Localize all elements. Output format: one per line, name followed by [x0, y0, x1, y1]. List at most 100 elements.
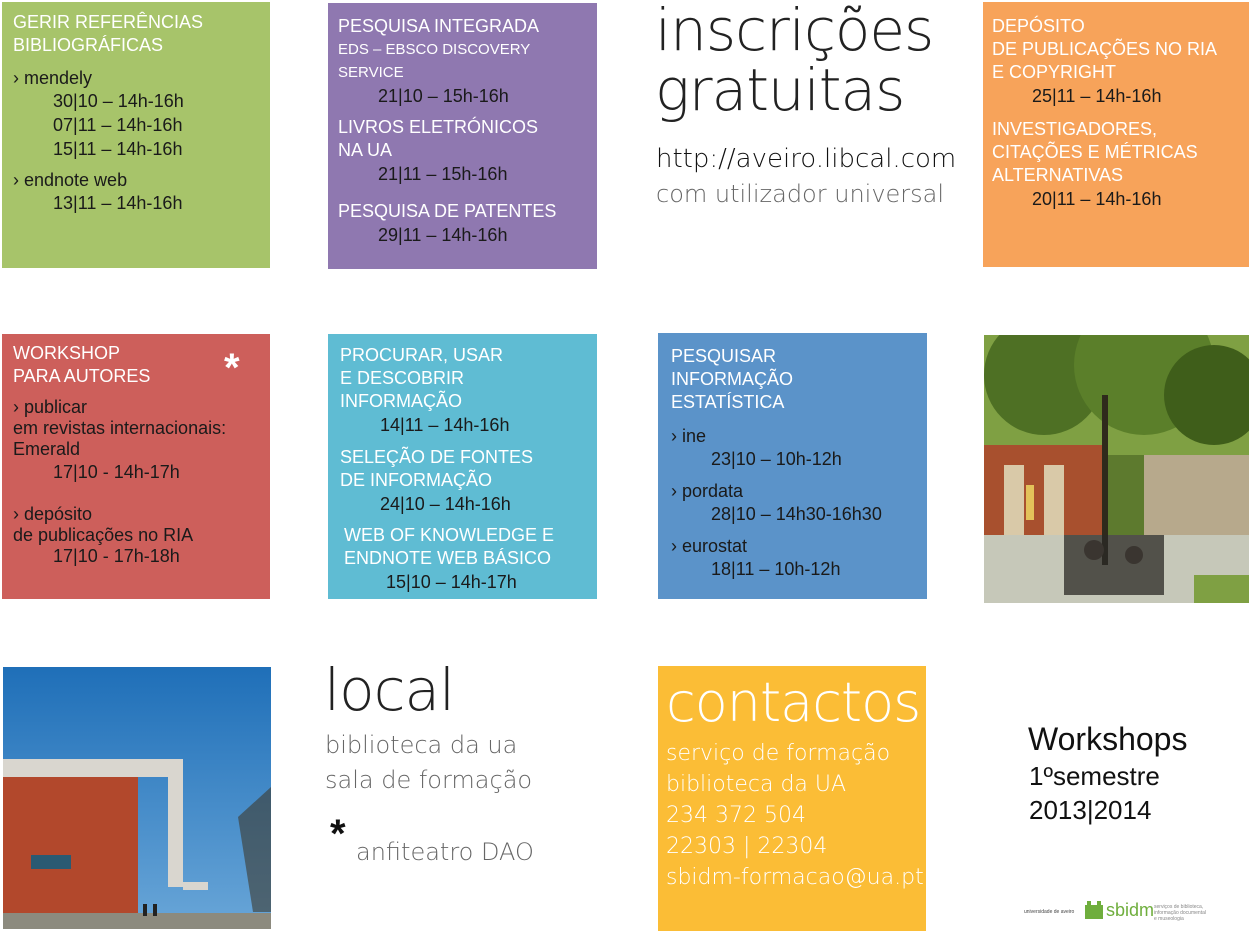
section-livros: LIVROS ELETRÓNICOS NA UA — [338, 116, 597, 162]
heading-line: gratuitas — [655, 56, 905, 124]
tile-title: PESQUISAR INFORMAÇÃO ESTATÍSTICA — [671, 345, 927, 414]
section-line: ENDNOTE WEB BÁSICO — [344, 548, 552, 568]
tile-deposito: DEPÓSITO DE PUBLICAÇÕES NO RIA E COPYRIG… — [983, 2, 1249, 267]
asterisk-icon: * — [224, 346, 240, 390]
contact-lines: serviço de formação biblioteca da UA 234… — [666, 738, 926, 893]
title-line: PESQUISAR — [671, 346, 777, 366]
title-line: ESTATÍSTICA — [671, 392, 785, 412]
tile-workshop-autores: WORKSHOP PARA AUTORES * › publicar em re… — [2, 334, 270, 599]
local-venue: biblioteca da ua sala de formação — [325, 728, 532, 798]
title-line: BIBLIOGRÁFICAS — [13, 35, 164, 55]
item-line: Emerald — [13, 439, 81, 459]
title-line: INFORMAÇÃO — [671, 369, 794, 389]
date: 18|11 – 10h-12h — [711, 559, 841, 579]
date: 21|10 – 15h-16h — [378, 86, 509, 106]
local-alt-venue: anfiteatro DAO — [356, 838, 534, 866]
brand-tagline: serviços de biblioteca, informação docum… — [1154, 904, 1206, 922]
tile-procurar-informacao: PROCURAR, USAR E DESCOBRIR INFORMAÇÃO 14… — [328, 334, 597, 599]
section-wok: WEB OF KNOWLEDGE E ENDNOTE WEB BÁSICO — [340, 524, 597, 570]
tile-informacao-estatistica: PESQUISAR INFORMAÇÃO ESTATÍSTICA › ine 2… — [658, 333, 927, 599]
date: 28|10 – 14h30-16h30 — [711, 504, 882, 524]
title-line: INFORMAÇÃO — [340, 391, 463, 411]
item-publicar: › publicar em revistas internacionais: E… — [13, 397, 270, 460]
date: 17|10 - 14h-17h — [53, 462, 180, 482]
title-line: E DESCOBRIR — [340, 368, 465, 388]
inscricoes-heading: inscrições gratuitas — [655, 0, 934, 124]
section-line: ALTERNATIVAS — [992, 165, 1124, 185]
building-photo-graphic — [3, 667, 271, 929]
registration-url[interactable]: http://aveiro.libcal.com — [656, 144, 956, 174]
section-line: SELEÇÃO DE FONTES — [340, 447, 534, 467]
item-endnote: › endnote web — [13, 170, 128, 190]
section-line: CITAÇÕES E MÉTRICAS — [992, 142, 1198, 162]
local-heading: local — [324, 656, 455, 724]
item-line: › publicar — [13, 397, 88, 417]
tile-contactos: contactos serviço de formação biblioteca… — [658, 666, 926, 931]
date: 29|11 – 14h-16h — [378, 225, 508, 245]
item-deposito: › depósito de publicações no RIA — [13, 504, 270, 546]
section-investigadores: INVESTIGADORES, CITAÇÕES E MÉTRICAS ALTE… — [992, 118, 1249, 187]
item-eurostat: › eurostat — [671, 536, 748, 556]
section-selecao: SELEÇÃO DE FONTES DE INFORMAÇÃO — [340, 446, 597, 492]
tile-title: PROCURAR, USAR E DESCOBRIR INFORMAÇÃO — [340, 344, 597, 413]
date: 23|10 – 10h-12h — [711, 449, 842, 469]
section-line: LIVROS ELETRÓNICOS — [338, 117, 539, 137]
library-building-photo — [3, 667, 271, 929]
workshops-semester: 1ºsemestre — [1029, 761, 1160, 791]
asterisk-icon: * — [330, 812, 346, 856]
date: 15|10 – 14h-17h — [386, 572, 517, 592]
date: 30|10 – 14h-16h — [53, 91, 184, 111]
item-ine: › ine — [671, 426, 707, 446]
title-line: E COPYRIGHT — [992, 62, 1117, 82]
section-patentes: PESQUISA DE PATENTES — [338, 201, 557, 221]
date: 17|10 - 17h-18h — [53, 546, 180, 566]
logo-mark — [1085, 901, 1103, 919]
campus-photo — [984, 335, 1249, 603]
item-line: de publicações no RIA — [13, 525, 194, 545]
tile-title: DEPÓSITO DE PUBLICAÇÕES NO RIA E COPYRIG… — [992, 15, 1249, 84]
contact-phone[interactable]: 234 372 504 — [666, 800, 926, 831]
brand-name: sbidm — [1106, 900, 1155, 920]
section-line: WEB OF KNOWLEDGE E — [344, 525, 555, 545]
section-line: NA UA — [338, 140, 393, 160]
workshops-title: Workshops — [1028, 721, 1188, 757]
tile-title: GERIR REFERÊNCIAS BIBLIOGRÁFICAS — [13, 11, 270, 57]
contact-extensions: 22303 | 22304 — [666, 834, 828, 859]
heading-line: inscrições — [655, 0, 934, 64]
title-line: PROCURAR, USAR — [340, 345, 504, 365]
date: 07|11 – 14h-16h — [53, 115, 183, 135]
title-line: GERIR REFERÊNCIAS — [13, 12, 204, 32]
campus-photo-graphic — [984, 335, 1249, 603]
subtitle-line: SERVICE — [338, 64, 404, 81]
contact-email[interactable]: sbidm-formacao@ua.pt — [666, 862, 926, 893]
item-line: › depósito — [13, 504, 93, 524]
date: 21|11 – 15h-16h — [378, 164, 508, 184]
university-name: universidade de aveiro — [1024, 909, 1075, 915]
tagline-line: e museologia — [1154, 916, 1184, 922]
contactos-heading: contactos — [666, 671, 921, 734]
date: 13|11 – 14h-16h — [53, 193, 183, 213]
item-mendeley: › mendely — [13, 68, 93, 88]
contact-service: serviço de formação — [666, 741, 891, 766]
date: 20|11 – 14h-16h — [1032, 189, 1162, 209]
sbidm-logo-icon — [1085, 901, 1103, 919]
tile-subtitle: EDS – EBSCO DISCOVERY SERVICE — [338, 38, 597, 84]
title-line: DE PUBLICAÇÕES NO RIA — [992, 39, 1218, 59]
date: 25|11 – 14h-16h — [1032, 86, 1162, 106]
venue-line: sala de formação — [325, 766, 533, 794]
contact-library: biblioteca da UA — [666, 772, 847, 797]
date: 14|11 – 14h-16h — [380, 415, 510, 435]
venue-line: biblioteca da ua — [325, 731, 518, 759]
date: 24|10 – 14h-16h — [380, 494, 511, 514]
workshops-year: 2013|2014 — [1029, 795, 1152, 825]
tile-title: PESQUISA INTEGRADA — [338, 16, 540, 36]
tile-pesquisa-integrada: PESQUISA INTEGRADA EDS – EBSCO DISCOVERY… — [328, 3, 597, 269]
item-pordata: › pordata — [671, 481, 744, 501]
tile-gerir-referencias: GERIR REFERÊNCIAS BIBLIOGRÁFICAS › mende… — [2, 2, 270, 268]
date: 15|11 – 14h-16h — [53, 139, 183, 159]
title-line: DEPÓSITO — [992, 16, 1085, 36]
section-line: INVESTIGADORES, — [992, 119, 1158, 139]
section-line: DE INFORMAÇÃO — [340, 470, 493, 490]
registration-note: com utilizador universal — [656, 180, 945, 208]
subtitle-line: EDS – EBSCO DISCOVERY — [338, 41, 531, 58]
